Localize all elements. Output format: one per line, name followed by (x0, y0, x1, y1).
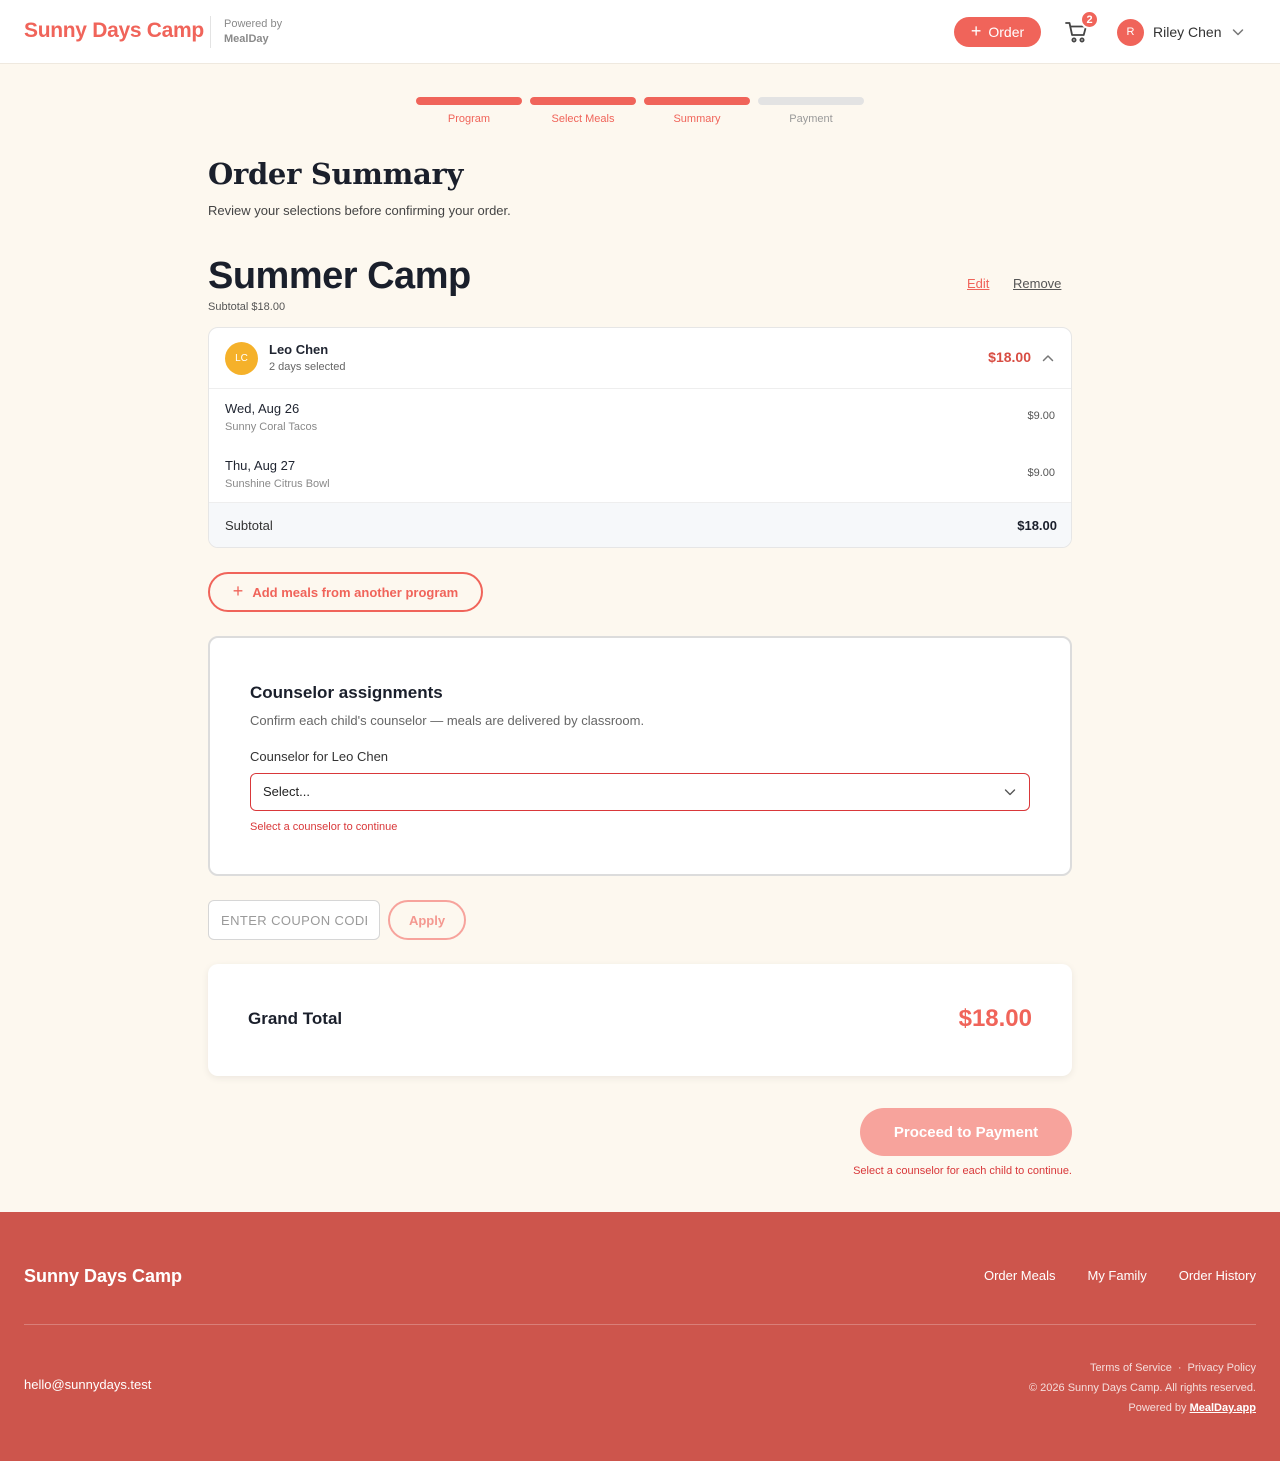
grand-total-value: $18.00 (958, 1005, 1032, 1032)
step-summary[interactable]: Summary (644, 97, 750, 125)
step-label: Payment (789, 113, 833, 125)
counselor-field-label: Counselor for Leo Chen (250, 749, 389, 764)
step-label: Select Meals (551, 113, 615, 125)
footer-link-order-meals[interactable]: Order Meals (984, 1268, 1056, 1283)
user-name: Riley Chen (1153, 24, 1222, 40)
program-subtotal: Subtotal $18.00 (208, 301, 286, 313)
meal-name: Sunny Coral Tacos (225, 421, 318, 433)
privacy-link[interactable]: Privacy Policy (1188, 1362, 1256, 1374)
step-label: Program (447, 113, 491, 125)
step-select-meals[interactable]: Select Meals (530, 97, 636, 125)
footer-link-order-history[interactable]: Order History (1179, 1268, 1256, 1283)
powered-by-name: MealDay (224, 33, 269, 45)
brand-logo[interactable]: Sunny Days Camp (24, 19, 204, 43)
child-card-header[interactable]: LC Leo Chen 2 days selected $18.00 (209, 328, 1071, 389)
page-title: Order Summary (208, 157, 464, 191)
footer-nav: Order Meals My Family Order History (984, 1268, 1256, 1283)
plus-icon: + (970, 21, 982, 41)
coupon-input[interactable] (208, 900, 380, 940)
powered-by: Powered by MealDay (210, 16, 282, 48)
apply-coupon-button[interactable]: Apply (388, 900, 466, 940)
cart-count-badge: 2 (1080, 10, 1099, 29)
footer-separator: · (1177, 1362, 1182, 1374)
grand-total-card: Grand Total $18.00 (208, 964, 1072, 1076)
footer-link-my-family[interactable]: My Family (1087, 1268, 1146, 1283)
meal-price: $9.00 (1027, 467, 1055, 479)
subtotal-value: $18.00 (1017, 518, 1057, 533)
copyright: © 2026 Sunny Days Camp. All rights reser… (1029, 1382, 1256, 1394)
footer-powered-by-label: Powered by (1128, 1402, 1187, 1414)
order-button-label: Order (988, 24, 1025, 40)
step-program[interactable]: Program (416, 97, 522, 125)
proceed-error: Select a counselor for each child to con… (853, 1165, 1072, 1177)
list-item: Wed, Aug 26 Sunny Coral Tacos $9.00 (209, 389, 1071, 446)
subtotal-label: Subtotal (225, 518, 273, 533)
counselor-section: Counselor assignments Confirm each child… (208, 636, 1072, 876)
footer-divider (24, 1324, 1256, 1325)
footer-legal: Terms of Service · Privacy Policy © 2026 S… (1029, 1358, 1256, 1418)
list-item: Thu, Aug 27 Sunshine Citrus Bowl $9.00 (209, 446, 1071, 503)
step-bar (416, 97, 522, 105)
step-bar (530, 97, 636, 105)
proceed-to-payment-button[interactable]: Proceed to Payment (860, 1108, 1072, 1156)
meal-price: $9.00 (1027, 410, 1055, 422)
child-order-card: LC Leo Chen 2 days selected $18.00 Wed, … (208, 327, 1072, 548)
child-name: Leo Chen (269, 342, 329, 357)
powered-by-label: Powered by (224, 18, 283, 30)
counselor-title: Counselor assignments (250, 683, 443, 702)
program-title: Summer Camp (208, 255, 471, 297)
child-total: $18.00 (988, 349, 1031, 365)
order-button[interactable]: + Order (954, 17, 1041, 47)
counselor-error: Select a counselor to continue (250, 821, 398, 833)
add-program-button[interactable]: + Add meals from another program (208, 572, 483, 612)
top-header: Sunny Days Camp Powered by MealDay + Ord… (0, 0, 1280, 64)
user-menu[interactable]: R Riley Chen (1117, 17, 1245, 47)
counselor-select[interactable]: Select... (250, 773, 1030, 811)
grand-total-label: Grand Total (248, 1009, 343, 1028)
page-subtitle: Review your selections before confirming… (208, 203, 511, 218)
child-days-selected: 2 days selected (269, 361, 346, 373)
mealday-link[interactable]: MealDay.app (1190, 1402, 1256, 1414)
child-subtotal-row: Subtotal $18.00 (209, 502, 1071, 547)
add-program-label: Add meals from another program (252, 584, 459, 600)
meal-name: Sunshine Citrus Bowl (225, 478, 330, 490)
footer: Sunny Days Camp Order Meals My Family Or… (0, 1212, 1280, 1461)
meal-date: Thu, Aug 27 (225, 458, 296, 473)
meal-date: Wed, Aug 26 (225, 401, 300, 416)
edit-program-link[interactable]: Edit (967, 276, 989, 291)
footer-email[interactable]: hello@sunnydays.test (24, 1377, 151, 1392)
avatar: R (1117, 18, 1144, 46)
terms-link[interactable]: Terms of Service (1090, 1362, 1172, 1374)
counselor-select-value: Select... (263, 784, 310, 799)
child-avatar: LC (225, 342, 258, 375)
footer-brand[interactable]: Sunny Days Camp (24, 1266, 182, 1287)
chevron-down-icon (1233, 29, 1244, 36)
plus-icon: + (232, 581, 244, 601)
step-bar (644, 97, 750, 105)
step-payment: Payment (758, 97, 864, 125)
counselor-description: Confirm each child's counselor — meals a… (250, 713, 645, 728)
remove-program-link[interactable]: Remove (1013, 276, 1061, 291)
step-bar (758, 97, 864, 105)
chevron-down-icon (1004, 789, 1016, 796)
chevron-up-icon[interactable] (1041, 351, 1055, 365)
step-label: Summary (673, 113, 721, 125)
